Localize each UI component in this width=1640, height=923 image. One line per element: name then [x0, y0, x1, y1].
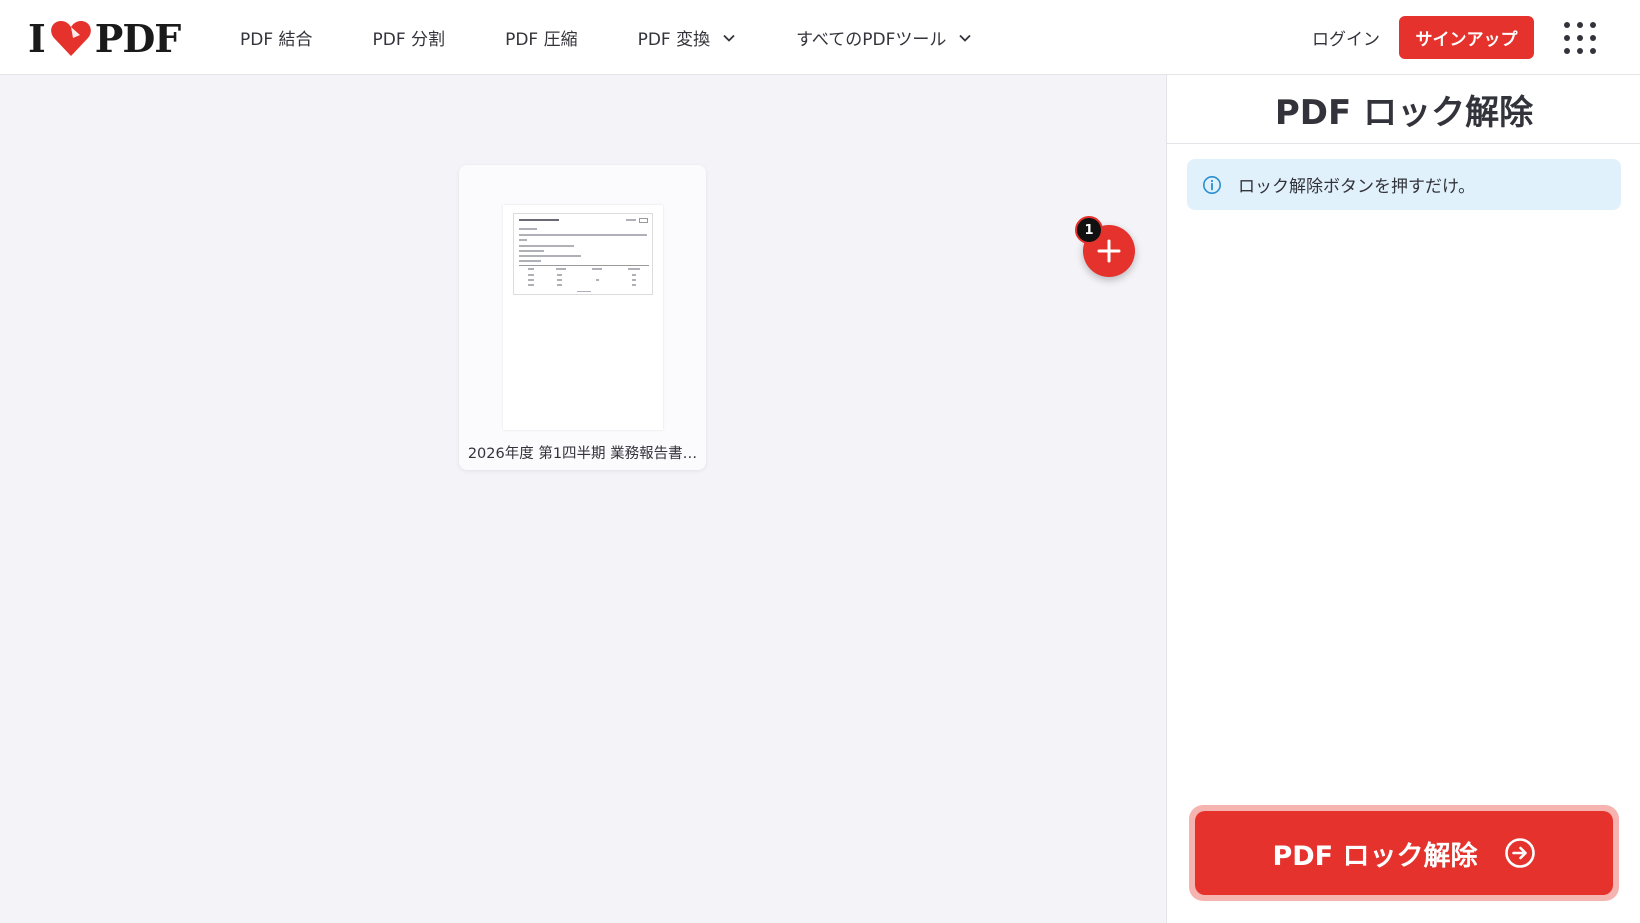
unlock-pdf-button-label: PDF ロック解除	[1272, 840, 1478, 872]
nav-compress-pdf[interactable]: PDF 圧縮	[505, 0, 578, 75]
pdf-thumbnail	[503, 205, 663, 430]
nav-compress-pdf-label: PDF 圧縮	[505, 30, 578, 50]
heart-logo-icon	[50, 21, 91, 56]
file-name: 2026年度 第1四半期 業務報告書…	[467, 446, 698, 462]
signup-button[interactable]: サインアップ	[1399, 16, 1534, 59]
sidebar-title: PDF ロック解除	[1167, 75, 1640, 144]
signup-button-label: サインアップ	[1415, 30, 1518, 50]
ilovepdf-logo[interactable]: I PDF	[28, 15, 182, 61]
logo-text-pdf: PDF	[94, 15, 182, 61]
file-workspace: 2026年度 第1四半期 業務報告書… 1	[0, 75, 1166, 923]
thumbnail-page-content	[513, 213, 653, 295]
file-count-badge: 1	[1075, 216, 1103, 244]
nav-split-pdf-label: PDF 分割	[372, 30, 446, 50]
info-message: ロック解除ボタンを押すだけ。	[1187, 159, 1621, 210]
nav-all-pdf-tools-label: すべてのPDFツール	[796, 30, 947, 50]
apps-grid-icon[interactable]	[1564, 22, 1596, 54]
nav-all-pdf-tools[interactable]: すべてのPDFツール	[796, 0, 972, 75]
logo-text-i: I	[28, 15, 46, 61]
chevron-down-icon	[959, 34, 972, 42]
options-sidebar: PDF ロック解除 ロック解除ボタンを押すだけ。 PDF ロック解除	[1166, 75, 1640, 923]
info-icon	[1203, 175, 1221, 194]
nav-split-pdf[interactable]: PDF 分割	[373, 0, 446, 75]
chevron-down-icon	[723, 34, 735, 42]
nav-merge-pdf[interactable]: PDF 結合	[240, 0, 313, 75]
arrow-right-circle-icon	[1504, 838, 1535, 868]
login-link[interactable]: ログイン	[1312, 25, 1380, 50]
unlock-button-wrapper: PDF ロック解除	[1189, 805, 1619, 901]
plus-icon	[1097, 239, 1121, 263]
info-message-text: ロック解除ボタンを押すだけ。	[1238, 177, 1476, 197]
nav-convert-pdf[interactable]: PDF 変換	[638, 0, 737, 75]
unlock-pdf-button[interactable]: PDF ロック解除	[1195, 811, 1613, 895]
file-card[interactable]: 2026年度 第1四半期 業務報告書…	[459, 165, 706, 470]
nav-convert-pdf-label: PDF 変換	[637, 30, 711, 50]
nav-merge-pdf-label: PDF 結合	[240, 30, 313, 50]
top-header: I PDF PDF 結合 PDF 分割 PDF 圧縮 PDF 変換 すべてのPD…	[0, 0, 1640, 75]
main-nav: PDF 結合 PDF 分割 PDF 圧縮 PDF 変換 すべてのPDFツール	[240, 0, 1032, 75]
